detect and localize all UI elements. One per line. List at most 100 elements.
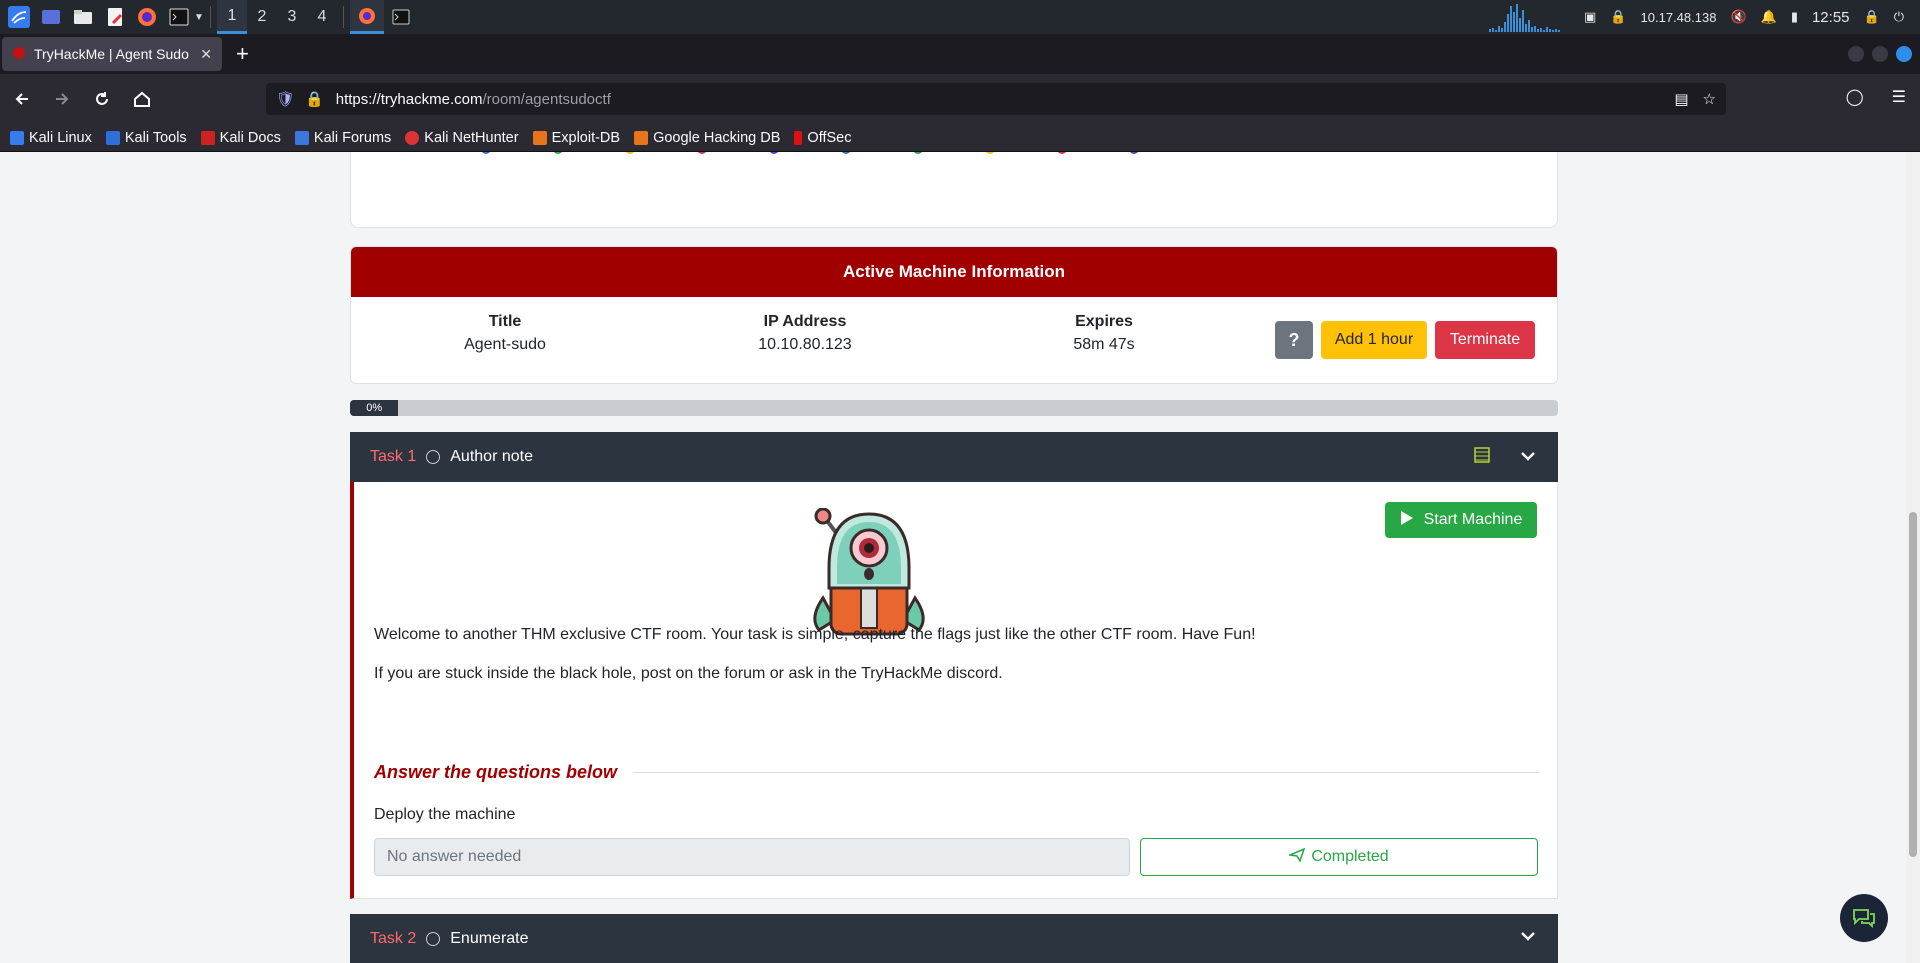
task-number: Task 1 [370, 448, 417, 465]
minimize-window-button[interactable] [1848, 46, 1864, 62]
room-tags-card [350, 152, 1558, 228]
bookmark-google-hacking-db[interactable]: Google Hacking DB [634, 130, 780, 146]
bookmark-kali-nethunter[interactable]: Kali NetHunter [405, 129, 519, 146]
reader-view-icon[interactable]: ▤ [1674, 90, 1688, 108]
site-lock-icon[interactable]: 🔒 [305, 90, 324, 108]
url-bar[interactable]: 🛡 🔒 https://tryhackme.com/room/agentsudo… [266, 83, 1726, 115]
chevron-down-icon[interactable] [1520, 449, 1536, 467]
add-1-hour-button[interactable]: Add 1 hour [1321, 321, 1427, 359]
reload-button[interactable] [84, 81, 120, 117]
machine-title-label: Title [488, 313, 522, 330]
bookmark-kali-linux[interactable]: Kali Linux [10, 130, 92, 146]
bookmark-label: Kali NetHunter [424, 129, 519, 146]
display-icon[interactable]: ▣ [1584, 9, 1596, 25]
mute-icon[interactable]: 🔇 [1730, 9, 1746, 25]
bookmark-label: Kali Docs [219, 129, 281, 146]
close-tab-icon[interactable]: ✕ [200, 46, 212, 63]
battery-icon[interactable]: ▮ [1791, 9, 1798, 25]
notification-bell-icon[interactable]: 🔔 [1761, 9, 1777, 25]
terminal-icon[interactable] [166, 4, 192, 30]
browser-navbar: 🛡 🔒 https://tryhackme.com/room/agentsudo… [0, 74, 1920, 124]
task-status-circle-icon [426, 450, 441, 464]
maximize-window-button[interactable] [1872, 46, 1888, 62]
workspace-4[interactable]: 4 [307, 0, 337, 34]
pocket-icon[interactable]: ◯ [1846, 87, 1864, 107]
terminate-button[interactable]: Terminate [1435, 321, 1535, 359]
workspace-3[interactable]: 3 [277, 0, 307, 34]
machine-expires-column: Expires 58m 47s [1004, 313, 1204, 354]
answer-heading-text: Answer the questions below [374, 762, 618, 782]
bookmark-offsec[interactable]: OffSec [794, 130, 851, 146]
nethunter-icon [405, 130, 420, 145]
room-progress-bar: 0% [350, 400, 1558, 416]
completed-label: Completed [1311, 848, 1389, 865]
text-editor-icon[interactable] [102, 4, 128, 30]
bookmark-exploit-db[interactable]: Exploit-DB [532, 130, 620, 146]
answer-section-heading: Answer the questions below [374, 762, 1539, 783]
answer-heading-divider [633, 772, 1539, 773]
show-desktop-icon[interactable] [38, 4, 64, 30]
kali-menu-icon[interactable] [6, 4, 32, 30]
exploit-db-icon [532, 130, 547, 145]
vpn-lock-icon: 🔒 [1610, 9, 1627, 24]
room-progress-fill: 0% [350, 400, 399, 416]
new-tab-button[interactable]: + [236, 41, 249, 67]
machine-ip-column: IP Address 10.10.80.123 [705, 313, 905, 354]
firefox-icon[interactable] [134, 4, 160, 30]
bookmark-kali-tools[interactable]: Kali Tools [105, 130, 187, 146]
hamburger-menu-icon[interactable]: ☰ [1892, 87, 1906, 107]
vpn-ip-label: 10.17.48.138 [1640, 9, 1717, 25]
task-1-header[interactable]: Task 1 Author note [350, 432, 1558, 482]
bookmark-star-icon[interactable]: ☆ [1703, 90, 1716, 108]
browser-tab-strip: TryHackMe | Agent Sudo ✕ + [0, 34, 1920, 74]
task-1-body: Start Machine Welcome to another THM exc… [350, 482, 1558, 899]
close-window-button[interactable] [1896, 46, 1912, 62]
lock-screen-icon[interactable]: 🔒 [1864, 9, 1880, 25]
scrollbar-thumb[interactable] [1909, 512, 1917, 857]
power-icon[interactable]: ⏻ [1894, 9, 1904, 25]
machine-title-value: Agent-sudo [464, 336, 546, 353]
task-notes-icon[interactable] [1474, 447, 1490, 468]
workspace-1[interactable]: 1 [216, 0, 247, 34]
clock[interactable]: 12:55 [1812, 9, 1850, 26]
window-button-terminal[interactable] [384, 0, 418, 34]
page-scrollbar[interactable] [1906, 152, 1920, 963]
bookmark-kali-forums[interactable]: Kali Forums [294, 129, 392, 146]
workspace-2[interactable]: 2 [247, 0, 277, 34]
question-text: Deploy the machine [374, 806, 516, 823]
active-machine-header: Active Machine Information [351, 247, 1557, 297]
kali-forums-icon [294, 130, 309, 145]
task-2-header[interactable]: Task 2 Enumerate [350, 914, 1558, 963]
tab-title: TryHackMe | Agent Sudo [34, 46, 189, 62]
bookmark-kali-docs[interactable]: Kali Docs [200, 129, 281, 146]
url-host: https://tryhackme.com [335, 90, 483, 108]
chat-support-button[interactable] [1840, 894, 1888, 942]
start-machine-button[interactable]: Start Machine [1385, 502, 1537, 538]
tryhackme-favicon-icon [12, 46, 26, 63]
machine-title-column: Title Agent-sudo [405, 313, 605, 354]
file-manager-icon[interactable] [70, 4, 96, 30]
chat-bubbles-icon [1853, 909, 1875, 929]
back-button[interactable] [4, 81, 40, 117]
paper-plane-icon [1287, 847, 1306, 867]
play-icon [1400, 510, 1414, 531]
machine-help-button[interactable]: ? [1275, 321, 1313, 359]
page-content: Active Machine Information Title Agent-s… [0, 152, 1920, 963]
chevron-down-icon[interactable] [1520, 929, 1536, 947]
kali-docs-icon [200, 130, 215, 145]
forward-button[interactable] [44, 81, 80, 117]
home-button[interactable] [124, 81, 160, 117]
answer-input[interactable]: No answer needed [374, 838, 1130, 876]
task-status-circle-icon [426, 932, 441, 946]
ghdb-icon [634, 130, 649, 145]
browser-tab[interactable]: TryHackMe | Agent Sudo ✕ [2, 37, 222, 71]
kali-dragon-icon [10, 130, 24, 145]
tag-dots [481, 152, 1139, 154]
chevron-down-icon[interactable]: ▼ [194, 12, 204, 23]
tracking-shield-icon[interactable]: 🛡 [276, 90, 295, 108]
bookmark-label: Kali Forums [313, 129, 392, 146]
completed-button[interactable]: Completed [1140, 838, 1538, 876]
network-graph [1489, 2, 1561, 32]
bookmarks-toolbar: Kali Linux Kali Tools Kali Docs Kali For… [0, 124, 1920, 152]
window-button-firefox[interactable] [349, 0, 384, 34]
